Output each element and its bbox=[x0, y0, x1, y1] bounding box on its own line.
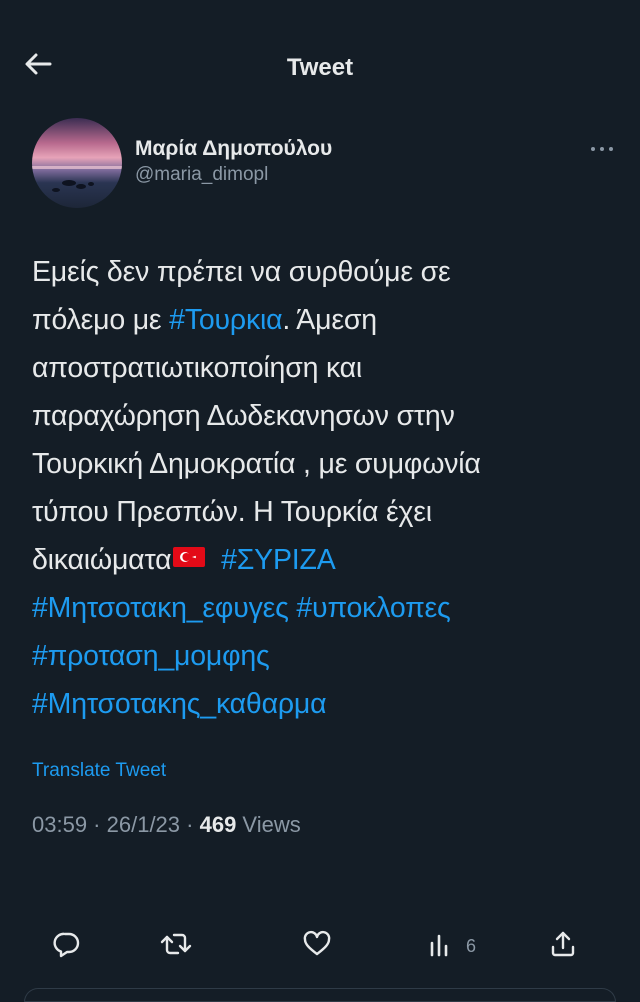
share-button[interactable] bbox=[548, 928, 578, 964]
top-bar: Tweet bbox=[0, 0, 640, 120]
tweet-text-segment bbox=[213, 544, 221, 576]
tweet-text-line: #Μητσοτακη_εφυγες #υποκλοπες bbox=[32, 584, 622, 632]
tweet-text-line: τύπου Πρεσπών. Η Τουρκία έχει bbox=[32, 488, 622, 536]
hashtag-link[interactable]: #Μητσοτακη_εφυγες bbox=[32, 592, 289, 624]
turkey-flag-icon bbox=[173, 547, 206, 567]
views-button[interactable]: 6 bbox=[428, 928, 476, 964]
hashtag-link[interactable]: #υποκλοπες bbox=[296, 592, 450, 624]
action-bar: 6 bbox=[0, 920, 640, 970]
reply-button[interactable] bbox=[52, 928, 82, 964]
tweet-text-line: πόλεμο με #Τουρκια. Άμεση bbox=[32, 296, 622, 344]
translate-tweet-link[interactable]: Translate Tweet bbox=[32, 760, 166, 782]
tweet-text-line: Τουρκική Δημοκρατία , με συμφωνία bbox=[32, 440, 622, 488]
hashtag-link[interactable]: #προταση_μομφης bbox=[32, 640, 270, 672]
author-name-block: Μαρία Δημοπούλου @maria_dimopl bbox=[135, 136, 332, 188]
avatar[interactable] bbox=[32, 118, 122, 208]
like-button[interactable] bbox=[302, 928, 332, 964]
retweet-button[interactable] bbox=[160, 928, 192, 964]
hashtag-link[interactable]: #Μητσοτακης_καθαρμα bbox=[32, 688, 327, 720]
tweet-text-segment: Εμείς δεν πρέπει να συρθούμε σε bbox=[32, 256, 451, 288]
tweet-text-line: #Μητσοτακης_καθαρμα bbox=[32, 680, 622, 728]
tweet-text-segment: πόλεμο με bbox=[32, 304, 170, 336]
tweet-text-line: δικαιώματα #ΣΥΡΙΖΑ bbox=[32, 536, 622, 584]
views-action-count: 6 bbox=[466, 935, 477, 956]
share-icon bbox=[548, 929, 578, 964]
heart-icon bbox=[302, 929, 332, 964]
more-horizontal-icon bbox=[590, 139, 614, 157]
display-name[interactable]: Μαρία Δημοπούλου bbox=[135, 136, 332, 162]
tweet-date[interactable]: 26/1/23 bbox=[107, 812, 180, 837]
retweet-icon bbox=[160, 929, 192, 964]
tweet-text-line: #προταση_μομφης bbox=[32, 632, 622, 680]
hashtag-link[interactable]: #ΣΥΡΙΖΑ bbox=[221, 544, 336, 576]
meta-separator: · bbox=[87, 812, 107, 837]
reply-box-edge bbox=[24, 988, 616, 1002]
reply-icon bbox=[52, 929, 82, 964]
tweet-text-segment: . Άμεση bbox=[282, 304, 377, 336]
tweet-text-line: Εμείς δεν πρέπει να συρθούμε σε bbox=[32, 248, 622, 296]
more-options-button[interactable] bbox=[582, 136, 622, 160]
hashtag-link[interactable]: #Τουρκια bbox=[169, 304, 282, 336]
tweet-text-line: παραχώρηση Δωδεκανησων στην bbox=[32, 392, 622, 440]
tweet-text: Εμείς δεν πρέπει να συρθούμε σε πόλεμο με… bbox=[32, 248, 622, 728]
tweet-meta: 03:59 · 26/1/23 · 469 Views bbox=[32, 812, 301, 838]
tweet-text-segment: Τουρκική Δημοκρατία , με συμφωνία bbox=[32, 448, 481, 480]
views-count: 469 bbox=[199, 812, 237, 837]
tweet-text-segment: δικαιώματα bbox=[32, 544, 172, 576]
tweet-author: Μαρία Δημοπούλου @maria_dimopl bbox=[32, 118, 613, 218]
views-label: Views bbox=[236, 812, 301, 837]
tweet-time[interactable]: 03:59 bbox=[32, 812, 87, 837]
user-handle[interactable]: @maria_dimopl bbox=[135, 162, 332, 188]
tweet-text-segment: τύπου Πρεσπών. Η Τουρκία έχει bbox=[32, 496, 432, 528]
meta-separator: · bbox=[180, 812, 200, 837]
tweet-text-segment: παραχώρηση Δωδεκανησων στην bbox=[32, 400, 455, 432]
tweet-text-line: αποστρατιωτικοποίηση και bbox=[32, 344, 622, 392]
tweet-text-segment: αποστρατιωτικοποίηση και bbox=[32, 352, 363, 384]
page-title: Tweet bbox=[286, 54, 354, 81]
analytics-icon bbox=[428, 929, 452, 964]
